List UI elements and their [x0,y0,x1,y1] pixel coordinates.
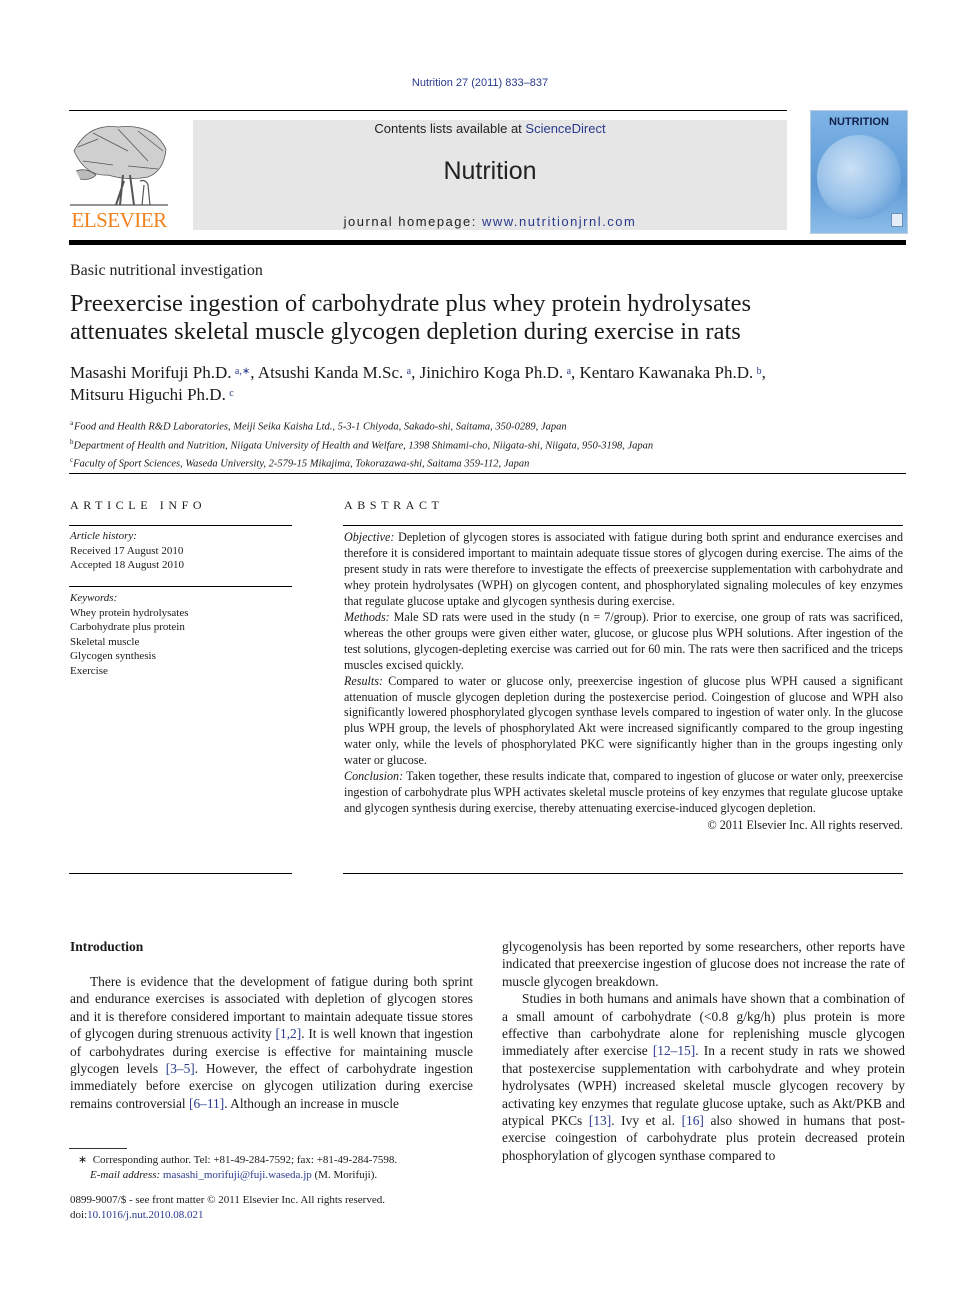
doi-line: doi:10.1016/j.nut.2010.08.021 [70,1208,204,1221]
reference-link[interactable]: [3–5] [166,1061,195,1076]
reference-link[interactable]: [6–11] [189,1096,224,1111]
section-type: Basic nutritional investigation [70,262,263,279]
affiliation-item: cFaculty of Sport Sciences, Waseda Unive… [70,456,530,470]
abstract-methods: Methods: Male SD rats were used in the s… [344,609,903,672]
article-info-bottom-rule [69,873,292,874]
keywords-rule [69,586,292,587]
journal-cover[interactable]: NUTRITION [810,110,908,234]
email-line: E-mail address: masashi_morifuji@fuji.wa… [90,1168,378,1181]
header-top-rule [69,110,787,111]
article-info-rule [69,525,292,526]
abstract-body: Objective: Depletion of glycogen stores … [344,530,903,834]
author-affiliation-link[interactable]: a [567,366,571,377]
keyword: Skeletal muscle [70,635,140,648]
doi-link[interactable]: 10.1016/j.nut.2010.08.021 [87,1209,203,1221]
author: Kentaro Kawanaka Ph.D. b, [579,363,766,382]
front-matter-line: 0899-9007/$ - see front matter © 2011 El… [70,1194,385,1206]
introduction-heading: Introduction [70,939,144,954]
body-column-left: There is evidence that the development o… [70,973,473,1112]
globe-icon [817,135,901,219]
homepage-prefix: journal homepage: [343,214,482,229]
abstract-objective: Objective: Depletion of glycogen stores … [344,530,903,608]
reference-link[interactable]: [12–15] [653,1043,695,1058]
cover-publisher-icon [891,213,903,227]
contents-prefix: Contents lists available at [374,121,526,136]
keyword: Whey protein hydrolysates [70,606,189,619]
front-matter: 0899-9007/$ - see front matter © 2011 El… [70,1193,490,1222]
keywords-label: Keywords: [70,592,118,604]
intro-paragraph: glycogenolysis has been reported by some… [502,939,905,989]
accepted-date: Accepted 18 August 2010 [70,559,184,571]
article-info-heading: ARTICLE INFO [70,498,207,512]
title-line-1: Preexercise ingestion of carbohydrate pl… [70,290,752,317]
intro-paragraph: Studies in both humans and animals have … [502,991,906,1163]
author: Jinichiro Koga Ph.D. a, [419,363,580,382]
history-label: Article history: [70,530,137,542]
reference-link[interactable]: [13] [589,1113,611,1128]
journal-citation[interactable]: Nutrition 27 (2011) 833–837 [0,77,960,89]
header-bottom-rule [69,240,906,245]
journal-banner: Contents lists available at ScienceDirec… [193,120,787,230]
author: Mitsuru Higuchi Ph.D. c [70,385,234,404]
journal-homepage: journal homepage: www.nutritionjrnl.com [193,214,787,229]
abstract-results: Results: Compared to water or glucose on… [344,673,903,768]
reference-link[interactable]: [1,2] [276,1026,302,1041]
elsevier-wordmark: ELSEVIER [71,208,167,232]
homepage-link[interactable]: www.nutritionjrnl.com [482,214,636,229]
author-affiliation-link[interactable]: a [407,366,411,377]
article-title: Preexercise ingestion of carbohydrate pl… [70,290,910,346]
corresponding-line: ∗ Corresponding author. Tel: +81-49-284-… [78,1154,398,1166]
contents-availability: Contents lists available at ScienceDirec… [193,121,787,136]
keyword: Exercise [70,664,108,677]
author-affiliation-link[interactable]: c [229,388,233,399]
keyword: Carbohydrate plus protein [70,621,185,633]
reference-link[interactable]: [16] [682,1113,704,1128]
cover-title: NUTRITION [829,116,889,128]
abstract-top-rule [343,525,903,526]
journal-name: Nutrition [443,157,537,185]
keyword: Glycogen synthesis [70,650,156,662]
author-list: Masashi Morifuji Ph.D. a,∗, Atsushi Kand… [70,362,910,406]
author-affiliation-link[interactable]: b [757,366,762,377]
abstract-copyright: © 2011 Elsevier Inc. All rights reserved… [707,818,903,833]
article-history: Article history: Received 17 August 2010… [70,529,292,573]
affiliation-item: bDepartment of Health and Nutrition, Nii… [70,437,654,452]
footnote-rule [69,1148,127,1149]
elsevier-logo[interactable]: ELSEVIER [68,121,170,233]
author-affiliation-link[interactable]: a,∗ [235,366,250,377]
author: Atsushi Kanda M.Sc. a, [257,363,420,382]
affiliations-rule [69,473,906,474]
received-date: Received 17 August 2010 [70,544,184,557]
body-column-right: glycogenolysis has been reported by some… [502,938,905,1164]
abstract-heading: ABSTRACT [344,498,444,512]
intro-paragraph: There is evidence that the development o… [70,974,473,1111]
title-line-2: attenuates skeletal muscle glycogen depl… [70,318,741,345]
keywords-block: Keywords: Whey protein hydrolysates Carb… [70,591,292,678]
abstract-conclusion: Conclusion: Taken together, these result… [344,769,903,816]
author: Masashi Morifuji Ph.D. a,∗, [70,363,258,382]
tree-icon [70,126,168,206]
email-link[interactable]: masashi_morifuji@fuji.waseda.jp [163,1169,312,1181]
sciencedirect-link[interactable]: ScienceDirect [525,121,605,136]
affiliation-item: a Food and Health R&D Laboratories, Meij… [70,419,567,433]
corresponding-author-note: ∗ Corresponding author. Tel: +81-49-284-… [78,1153,478,1182]
affiliations: a Food and Health R&D Laboratories, Meij… [70,416,910,472]
abstract-bottom-rule [343,873,903,874]
